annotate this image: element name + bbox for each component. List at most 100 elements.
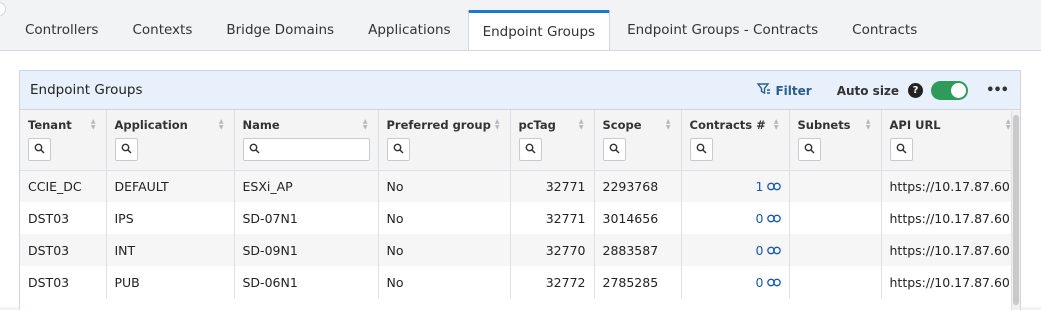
cell-preferred: No	[378, 170, 511, 202]
cell-name: SD-06N1	[234, 266, 379, 298]
column-header-application[interactable]: Application ▲ ▼	[106, 110, 235, 171]
filter-button[interactable]: Filter	[757, 83, 812, 98]
more-icon[interactable]: •••	[986, 83, 1009, 98]
cell-pctag: 32771	[510, 170, 595, 202]
cell-api: https://10.17.87.60	[881, 202, 1020, 234]
column-header-api[interactable]: API URL ▲ ▼	[881, 110, 1020, 171]
cell-name: ESXi_AP	[234, 170, 379, 202]
cell-pctag: 32772	[510, 266, 595, 298]
table-row[interactable]: DST03 INT SD-09N1 No 32770 2883587 0 https://10…	[20, 234, 1020, 266]
cell-application: DEFAULT	[106, 170, 235, 202]
column-header-contracts[interactable]: Contracts # ▲ ▼	[681, 110, 790, 171]
cell-contracts[interactable]: 0	[681, 202, 790, 234]
column-label: Tenant	[28, 118, 72, 132]
cell-scope: 2883587	[594, 234, 682, 266]
cell-scope: 2293768	[594, 170, 682, 202]
sort-icon[interactable]: ▲ ▼	[866, 119, 871, 131]
sort-icon[interactable]: ▲ ▼	[774, 119, 779, 131]
cell-subnets	[789, 234, 882, 266]
column-label: pcTag	[518, 118, 556, 132]
cell-subnets	[789, 266, 882, 298]
cell-preferred: No	[378, 266, 511, 298]
column-label: Scope	[602, 118, 642, 132]
table-row[interactable]: CCIE_DC DEFAULT ESXi_AP No 32771 2293768 1 http…	[20, 170, 1020, 202]
sort-icon[interactable]: ▲ ▼	[1006, 119, 1011, 131]
endpoint-groups-table: Tenant ▲ ▼ Application ▲ ▼ Name ▲ ▼ Preferred gro…	[20, 110, 1020, 298]
column-label: Application	[114, 118, 188, 132]
link-icon	[766, 275, 781, 290]
scrollbar-thumb[interactable]	[1013, 115, 1019, 305]
table-body: CCIE_DC DEFAULT ESXi_AP No 32771 2293768 1 http…	[20, 170, 1020, 298]
column-header-subnets[interactable]: Subnets ▲ ▼	[789, 110, 882, 171]
search-icon	[525, 143, 536, 157]
column-label: Subnets	[797, 118, 851, 132]
column-filter-contracts[interactable]	[689, 138, 713, 161]
contracts-count: 1	[755, 178, 764, 194]
tab-contexts[interactable]: Contexts	[115, 10, 209, 50]
column-filter-application[interactable]	[114, 138, 138, 161]
cell-tenant: DST03	[20, 202, 107, 234]
autosize-toggle[interactable]	[931, 81, 969, 100]
column-filter-api[interactable]	[889, 138, 913, 161]
sort-icon[interactable]: ▲ ▼	[363, 119, 368, 131]
column-filter-subnets[interactable]	[797, 138, 821, 161]
search-icon	[804, 143, 815, 157]
column-filter-name[interactable]	[242, 138, 370, 161]
filter-label: Filter	[775, 83, 812, 98]
column-label: Preferred group	[386, 118, 491, 132]
vertical-scrollbar[interactable]	[1011, 111, 1020, 310]
cell-scope: 2785285	[594, 266, 682, 298]
cell-tenant: CCIE_DC	[20, 170, 107, 202]
cell-pctag: 32770	[510, 234, 595, 266]
sort-icon[interactable]: ▲ ▼	[219, 119, 224, 131]
sort-icon[interactable]: ▲ ▼	[495, 119, 500, 131]
column-filter-scope[interactable]	[602, 138, 626, 161]
cell-application: IPS	[106, 202, 235, 234]
help-icon[interactable]: ?	[908, 83, 924, 98]
cell-application: PUB	[106, 266, 235, 298]
tab-endpoint-groups-contracts[interactable]: Endpoint Groups - Contracts	[610, 10, 835, 50]
table-row[interactable]: DST03 PUB SD-06N1 No 32772 2785285 0 https://10…	[20, 266, 1020, 298]
search-icon	[34, 143, 45, 157]
column-label: API URL	[889, 118, 941, 132]
column-header-name[interactable]: Name ▲ ▼	[234, 110, 379, 171]
column-filter-pctag[interactable]	[518, 138, 542, 161]
contracts-link[interactable]: 0	[756, 211, 781, 226]
tab-bridge-domains[interactable]: Bridge Domains	[209, 10, 351, 50]
sort-icon[interactable]: ▲ ▼	[579, 119, 584, 131]
cell-contracts[interactable]: 0	[681, 234, 790, 266]
search-icon	[696, 143, 707, 157]
contracts-count: 0	[755, 274, 764, 290]
contracts-link[interactable]: 0	[756, 243, 781, 258]
cell-pctag: 32771	[510, 202, 595, 234]
column-label: Contracts #	[689, 118, 766, 132]
column-header-preferred[interactable]: Preferred group ▲ ▼	[378, 110, 511, 171]
cell-subnets	[789, 202, 882, 234]
tab-endpoint-groups[interactable]: Endpoint Groups	[467, 10, 611, 51]
contracts-link[interactable]: 1	[756, 179, 781, 194]
column-filter-tenant[interactable]	[28, 138, 51, 161]
cell-subnets	[789, 170, 882, 202]
search-icon	[393, 143, 404, 157]
cell-contracts[interactable]: 0	[681, 266, 790, 298]
contracts-link[interactable]: 0	[756, 275, 781, 290]
sort-icon[interactable]: ▲ ▼	[666, 119, 671, 131]
filter-icon	[757, 83, 771, 98]
column-header-scope[interactable]: Scope ▲ ▼	[594, 110, 682, 171]
search-icon	[609, 143, 620, 157]
cell-api: https://10.17.87.60	[881, 234, 1020, 266]
autosize-label: Auto size	[836, 83, 900, 98]
table-row[interactable]: DST03 IPS SD-07N1 No 32771 3014656 0 https://10…	[20, 202, 1020, 234]
tab-contracts[interactable]: Contracts	[835, 10, 934, 50]
cell-scope: 3014656	[594, 202, 682, 234]
cell-application: INT	[106, 234, 235, 266]
column-header-tenant[interactable]: Tenant ▲ ▼	[20, 110, 107, 171]
column-header-pctag[interactable]: pcTag ▲ ▼	[510, 110, 595, 171]
tab-applications[interactable]: Applications	[351, 10, 467, 50]
column-filter-preferred[interactable]	[386, 138, 410, 161]
sort-icon[interactable]: ▲ ▼	[91, 119, 96, 131]
cell-contracts[interactable]: 1	[681, 170, 790, 202]
tab-bar: Controllers Contexts Bridge Domains Appl…	[8, 10, 934, 51]
tab-controllers[interactable]: Controllers	[8, 10, 115, 50]
cell-preferred: No	[378, 234, 511, 266]
